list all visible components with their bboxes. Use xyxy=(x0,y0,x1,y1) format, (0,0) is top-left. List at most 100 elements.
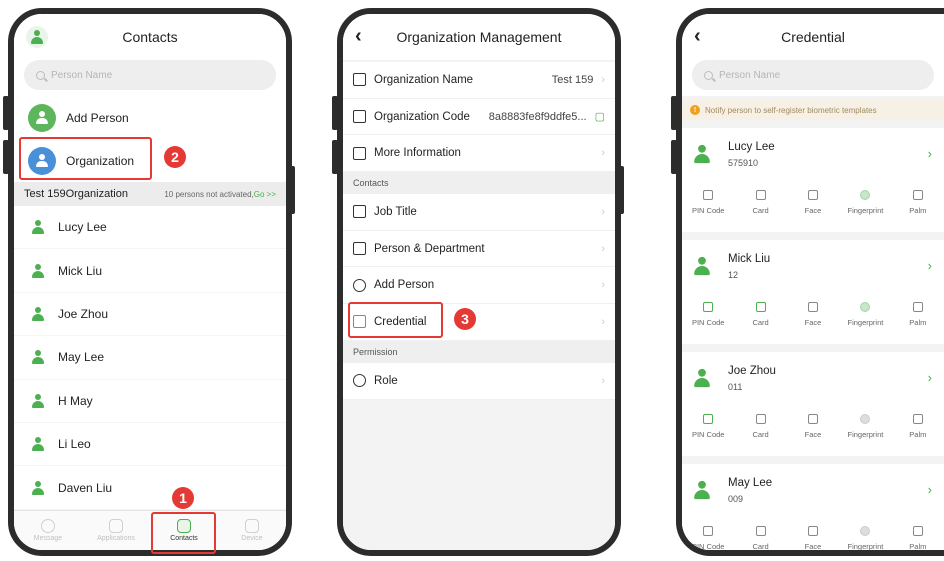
org-code-row[interactable]: Organization Code 8a8883fe8f9ddfe5... ▢ xyxy=(343,98,615,136)
person-id: 009 xyxy=(728,493,744,504)
back-icon[interactable]: ‹ xyxy=(694,26,701,46)
section-header-permission: Permission xyxy=(343,340,615,363)
fingerprint-credential[interactable]: Fingerprint xyxy=(839,404,891,448)
back-icon[interactable]: ‹ xyxy=(355,26,362,46)
card-icon xyxy=(755,413,766,424)
person-icon xyxy=(30,393,46,409)
palm-credential[interactable]: Palm xyxy=(892,180,944,224)
phone-contacts: Contacts Person Name Add Person Organiza… xyxy=(8,8,292,556)
person-name: Lucy Lee xyxy=(58,220,107,235)
notify-banner[interactable]: ! Notify person to self-register biometr… xyxy=(682,100,944,120)
list-item[interactable]: Li Leo xyxy=(14,422,286,467)
briefcase-icon xyxy=(353,205,366,219)
person-credential-card[interactable]: May Lee 009 › PIN Code Card Face Fingerpr… xyxy=(682,464,944,551)
lock-icon xyxy=(703,189,714,200)
fingerprint-credential[interactable]: Fingerprint xyxy=(839,516,891,550)
face-credential[interactable]: Face xyxy=(787,292,839,336)
card-credential[interactable]: Card xyxy=(734,404,786,448)
add-person-row[interactable]: Add Person › xyxy=(343,267,615,305)
person-icon xyxy=(29,29,45,45)
chevron-right-icon[interactable]: › xyxy=(928,258,932,273)
chevron-right-icon[interactable]: › xyxy=(928,482,932,497)
organization-bar: Test 159Organization 10 persons not acti… xyxy=(14,182,286,206)
tab-label: Applications xyxy=(97,535,135,542)
card-credential[interactable]: Card xyxy=(734,180,786,224)
list-item[interactable]: Mick Liu xyxy=(14,249,286,293)
tab-device[interactable]: Device xyxy=(218,511,286,550)
person-department-row[interactable]: Person & Department › xyxy=(343,230,615,268)
card-credential[interactable]: Card xyxy=(734,292,786,336)
pin-code-credential[interactable]: PIN Code xyxy=(682,516,734,551)
person-id: 575910 xyxy=(728,157,759,168)
job-title-row[interactable]: Job Title › xyxy=(343,194,615,231)
chevron-right-icon: › xyxy=(601,374,605,387)
cred-label: Palm xyxy=(909,541,927,551)
palm-credential[interactable]: Palm xyxy=(892,292,944,336)
person-icon xyxy=(30,219,46,235)
add-person-item[interactable]: Add Person xyxy=(14,96,286,139)
list-item[interactable]: H May xyxy=(14,379,286,423)
person-id: 011 xyxy=(728,381,743,392)
person-credential-card[interactable]: Lucy Lee 575910 › PIN Code Card Face Fing… xyxy=(682,128,944,232)
pin-code-credential[interactable]: PIN Code xyxy=(682,180,734,224)
list-item[interactable]: May Lee xyxy=(14,336,286,380)
card-icon xyxy=(755,301,766,312)
bottom-tab-bar: Message Applications Contacts Device xyxy=(14,510,286,550)
credential-header: ‹ Credential xyxy=(682,14,944,60)
chevron-right-icon[interactable]: › xyxy=(928,146,932,161)
person-icon xyxy=(30,263,46,279)
warning-icon: ! xyxy=(690,105,700,115)
person-icon xyxy=(30,349,46,365)
chevron-right-icon: › xyxy=(601,73,605,86)
list-item[interactable]: Lucy Lee xyxy=(14,206,286,250)
cred-label: Face xyxy=(804,317,822,327)
cred-label: Fingerprint xyxy=(847,317,884,327)
card-credential[interactable]: Card xyxy=(734,516,786,550)
fingerprint-icon xyxy=(860,525,871,536)
cred-label: Card xyxy=(752,205,769,215)
fingerprint-credential[interactable]: Fingerprint xyxy=(839,292,891,336)
face-icon xyxy=(808,413,819,424)
go-link[interactable]: Go >> xyxy=(254,190,276,199)
cred-label: Palm xyxy=(909,429,927,439)
role-row[interactable]: Role › xyxy=(343,362,615,400)
person-name: H May xyxy=(58,393,93,408)
palm-credential[interactable]: Palm xyxy=(892,404,944,448)
face-credential[interactable]: Face xyxy=(787,516,839,550)
face-credential[interactable]: Face xyxy=(787,180,839,224)
palm-credential[interactable]: Palm xyxy=(892,516,944,551)
page-title: Contacts xyxy=(122,29,178,45)
search-input[interactable]: Person Name xyxy=(24,60,276,90)
profile-avatar[interactable] xyxy=(26,26,48,48)
cred-label: PIN Code xyxy=(691,317,725,327)
pin-code-credential[interactable]: PIN Code xyxy=(682,404,734,448)
chevron-right-icon[interactable]: › xyxy=(928,370,932,385)
add-person-label: Add Person xyxy=(66,110,129,125)
person-name: May Lee xyxy=(728,476,773,489)
face-icon xyxy=(808,189,819,200)
message-icon xyxy=(41,519,55,533)
copy-icon[interactable]: ▢ xyxy=(595,110,605,123)
tab-applications[interactable]: Applications xyxy=(82,511,150,550)
search-input[interactable]: Person Name xyxy=(692,60,934,90)
more-info-row[interactable]: More Information › xyxy=(343,135,615,173)
face-credential[interactable]: Face xyxy=(787,404,839,448)
fingerprint-icon xyxy=(860,301,871,312)
cred-label: Palm xyxy=(909,317,927,327)
cred-label: PIN Code xyxy=(691,541,725,551)
add-person-icon xyxy=(28,103,56,132)
cred-label: Card xyxy=(752,429,769,439)
person-credential-card[interactable]: Mick Liu 12 › PIN Code Card Face Fingerpr… xyxy=(682,240,944,344)
list-item[interactable]: Joe Zhou xyxy=(14,292,286,337)
person-name: Joe Zhou xyxy=(58,306,109,321)
search-placeholder: Person Name xyxy=(719,69,781,81)
list-item[interactable]: Daven Liu xyxy=(14,466,286,510)
fingerprint-credential[interactable]: Fingerprint xyxy=(839,180,891,224)
pin-code-credential[interactable]: PIN Code xyxy=(682,292,734,336)
org-name-row[interactable]: Organization Name Test 159 › xyxy=(343,62,615,99)
palm-icon xyxy=(912,301,923,312)
person-id: 12 xyxy=(728,269,739,280)
building-icon xyxy=(353,73,366,87)
tab-message[interactable]: Message xyxy=(14,511,82,550)
person-credential-card[interactable]: Joe Zhou 011 › PIN Code Card Face Fingerp… xyxy=(682,352,944,456)
